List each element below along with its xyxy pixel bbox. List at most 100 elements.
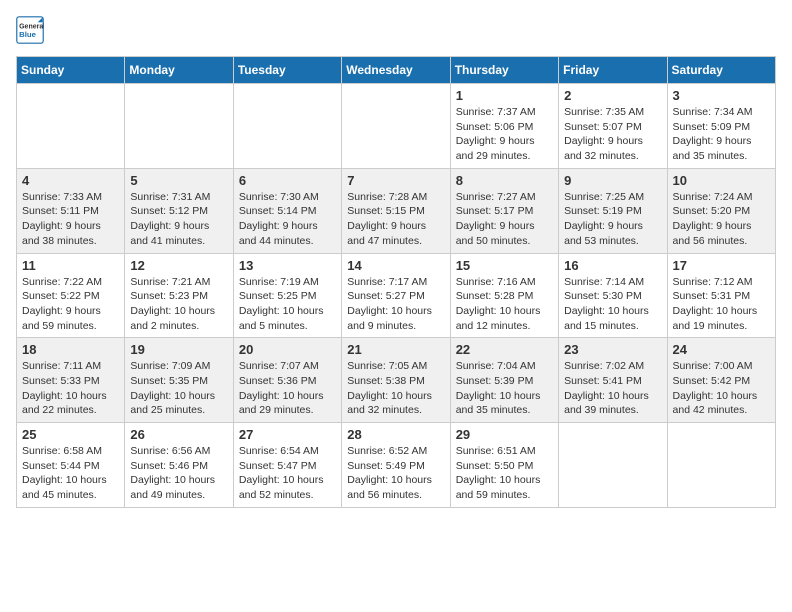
calendar-cell: 7 Sunrise: 7:28 AMSunset: 5:15 PMDaylight… bbox=[342, 168, 450, 253]
day-info: Sunrise: 7:25 AMSunset: 5:19 PMDaylight:… bbox=[564, 190, 661, 249]
day-number: 14 bbox=[347, 258, 444, 273]
day-info: Sunrise: 6:56 AMSunset: 5:46 PMDaylight:… bbox=[130, 444, 227, 503]
day-number: 18 bbox=[22, 342, 119, 357]
day-header-monday: Monday bbox=[125, 57, 233, 84]
calendar-cell: 21 Sunrise: 7:05 AMSunset: 5:38 PMDayligh… bbox=[342, 338, 450, 423]
calendar-cell: 24 Sunrise: 7:00 AMSunset: 5:42 PMDayligh… bbox=[667, 338, 775, 423]
day-info: Sunrise: 7:33 AMSunset: 5:11 PMDaylight:… bbox=[22, 190, 119, 249]
day-number: 19 bbox=[130, 342, 227, 357]
calendar-cell: 3 Sunrise: 7:34 AMSunset: 5:09 PMDaylight… bbox=[667, 84, 775, 169]
svg-text:Blue: Blue bbox=[19, 30, 37, 39]
day-info: Sunrise: 7:34 AMSunset: 5:09 PMDaylight:… bbox=[673, 105, 770, 164]
day-info: Sunrise: 7:22 AMSunset: 5:22 PMDaylight:… bbox=[22, 275, 119, 334]
calendar-cell: 17 Sunrise: 7:12 AMSunset: 5:31 PMDayligh… bbox=[667, 253, 775, 338]
calendar-cell bbox=[559, 423, 667, 508]
day-number: 10 bbox=[673, 173, 770, 188]
calendar-cell: 2 Sunrise: 7:35 AMSunset: 5:07 PMDaylight… bbox=[559, 84, 667, 169]
day-number: 3 bbox=[673, 88, 770, 103]
calendar-cell: 12 Sunrise: 7:21 AMSunset: 5:23 PMDayligh… bbox=[125, 253, 233, 338]
day-info: Sunrise: 7:30 AMSunset: 5:14 PMDaylight:… bbox=[239, 190, 336, 249]
calendar-cell bbox=[342, 84, 450, 169]
day-info: Sunrise: 7:09 AMSunset: 5:35 PMDaylight:… bbox=[130, 359, 227, 418]
day-number: 17 bbox=[673, 258, 770, 273]
day-number: 27 bbox=[239, 427, 336, 442]
calendar-week-row: 4 Sunrise: 7:33 AMSunset: 5:11 PMDaylight… bbox=[17, 168, 776, 253]
day-info: Sunrise: 7:17 AMSunset: 5:27 PMDaylight:… bbox=[347, 275, 444, 334]
day-number: 5 bbox=[130, 173, 227, 188]
day-number: 23 bbox=[564, 342, 661, 357]
calendar-cell bbox=[667, 423, 775, 508]
day-number: 26 bbox=[130, 427, 227, 442]
day-number: 25 bbox=[22, 427, 119, 442]
day-number: 2 bbox=[564, 88, 661, 103]
day-header-sunday: Sunday bbox=[17, 57, 125, 84]
calendar-cell: 1Sunrise: 7:37 AMSunset: 5:06 PMDaylight… bbox=[450, 84, 558, 169]
day-number: 1 bbox=[456, 88, 553, 103]
day-header-saturday: Saturday bbox=[667, 57, 775, 84]
day-info: Sunrise: 7:04 AMSunset: 5:39 PMDaylight:… bbox=[456, 359, 553, 418]
logo-icon: General Blue bbox=[16, 16, 44, 44]
day-info: Sunrise: 7:19 AMSunset: 5:25 PMDaylight:… bbox=[239, 275, 336, 334]
day-number: 22 bbox=[456, 342, 553, 357]
calendar-cell: 27 Sunrise: 6:54 AMSunset: 5:47 PMDayligh… bbox=[233, 423, 341, 508]
day-number: 15 bbox=[456, 258, 553, 273]
calendar-cell: 16 Sunrise: 7:14 AMSunset: 5:30 PMDayligh… bbox=[559, 253, 667, 338]
calendar-cell: 25Sunrise: 6:58 AMSunset: 5:44 PMDayligh… bbox=[17, 423, 125, 508]
day-number: 4 bbox=[22, 173, 119, 188]
day-info: Sunrise: 6:54 AMSunset: 5:47 PMDaylight:… bbox=[239, 444, 336, 503]
day-info: Sunrise: 7:02 AMSunset: 5:41 PMDaylight:… bbox=[564, 359, 661, 418]
calendar-header-row: SundayMondayTuesdayWednesdayThursdayFrid… bbox=[17, 57, 776, 84]
day-info: Sunrise: 7:24 AMSunset: 5:20 PMDaylight:… bbox=[673, 190, 770, 249]
day-number: 8 bbox=[456, 173, 553, 188]
day-number: 13 bbox=[239, 258, 336, 273]
calendar-table: SundayMondayTuesdayWednesdayThursdayFrid… bbox=[16, 56, 776, 508]
calendar-cell: 28Sunrise: 6:52 AMSunset: 5:49 PMDayligh… bbox=[342, 423, 450, 508]
day-info: Sunrise: 7:11 AMSunset: 5:33 PMDaylight:… bbox=[22, 359, 119, 418]
day-number: 6 bbox=[239, 173, 336, 188]
calendar-cell: 20Sunrise: 7:07 AMSunset: 5:36 PMDayligh… bbox=[233, 338, 341, 423]
day-number: 28 bbox=[347, 427, 444, 442]
calendar-cell: 18 Sunrise: 7:11 AMSunset: 5:33 PMDayligh… bbox=[17, 338, 125, 423]
calendar-cell bbox=[233, 84, 341, 169]
calendar-cell: 15Sunrise: 7:16 AMSunset: 5:28 PMDayligh… bbox=[450, 253, 558, 338]
day-info: Sunrise: 7:35 AMSunset: 5:07 PMDaylight:… bbox=[564, 105, 661, 164]
day-info: Sunrise: 7:14 AMSunset: 5:30 PMDaylight:… bbox=[564, 275, 661, 334]
calendar-cell: 4 Sunrise: 7:33 AMSunset: 5:11 PMDaylight… bbox=[17, 168, 125, 253]
calendar-cell: 13 Sunrise: 7:19 AMSunset: 5:25 PMDayligh… bbox=[233, 253, 341, 338]
calendar-cell: 10 Sunrise: 7:24 AMSunset: 5:20 PMDayligh… bbox=[667, 168, 775, 253]
logo: General Blue bbox=[16, 16, 48, 44]
day-info: Sunrise: 7:21 AMSunset: 5:23 PMDaylight:… bbox=[130, 275, 227, 334]
day-header-thursday: Thursday bbox=[450, 57, 558, 84]
page-header: General Blue bbox=[16, 16, 776, 44]
calendar-cell: 29Sunrise: 6:51 AMSunset: 5:50 PMDayligh… bbox=[450, 423, 558, 508]
calendar-cell: 14 Sunrise: 7:17 AMSunset: 5:27 PMDayligh… bbox=[342, 253, 450, 338]
day-info: Sunrise: 7:12 AMSunset: 5:31 PMDaylight:… bbox=[673, 275, 770, 334]
day-number: 9 bbox=[564, 173, 661, 188]
calendar-week-row: 18 Sunrise: 7:11 AMSunset: 5:33 PMDayligh… bbox=[17, 338, 776, 423]
calendar-cell: 26 Sunrise: 6:56 AMSunset: 5:46 PMDayligh… bbox=[125, 423, 233, 508]
calendar-week-row: 1Sunrise: 7:37 AMSunset: 5:06 PMDaylight… bbox=[17, 84, 776, 169]
calendar-week-row: 25Sunrise: 6:58 AMSunset: 5:44 PMDayligh… bbox=[17, 423, 776, 508]
day-number: 21 bbox=[347, 342, 444, 357]
day-number: 29 bbox=[456, 427, 553, 442]
day-info: Sunrise: 7:00 AMSunset: 5:42 PMDaylight:… bbox=[673, 359, 770, 418]
day-header-wednesday: Wednesday bbox=[342, 57, 450, 84]
calendar-cell: 6 Sunrise: 7:30 AMSunset: 5:14 PMDaylight… bbox=[233, 168, 341, 253]
calendar-cell: 23 Sunrise: 7:02 AMSunset: 5:41 PMDayligh… bbox=[559, 338, 667, 423]
day-header-tuesday: Tuesday bbox=[233, 57, 341, 84]
day-number: 12 bbox=[130, 258, 227, 273]
calendar-cell bbox=[17, 84, 125, 169]
day-info: Sunrise: 7:05 AMSunset: 5:38 PMDaylight:… bbox=[347, 359, 444, 418]
day-info: Sunrise: 7:27 AMSunset: 5:17 PMDaylight:… bbox=[456, 190, 553, 249]
day-header-friday: Friday bbox=[559, 57, 667, 84]
day-info: Sunrise: 7:28 AMSunset: 5:15 PMDaylight:… bbox=[347, 190, 444, 249]
calendar-cell: 5Sunrise: 7:31 AMSunset: 5:12 PMDaylight… bbox=[125, 168, 233, 253]
day-number: 11 bbox=[22, 258, 119, 273]
day-number: 24 bbox=[673, 342, 770, 357]
calendar-cell: 11 Sunrise: 7:22 AMSunset: 5:22 PMDayligh… bbox=[17, 253, 125, 338]
day-number: 16 bbox=[564, 258, 661, 273]
calendar-cell: 9 Sunrise: 7:25 AMSunset: 5:19 PMDaylight… bbox=[559, 168, 667, 253]
calendar-week-row: 11 Sunrise: 7:22 AMSunset: 5:22 PMDayligh… bbox=[17, 253, 776, 338]
calendar-cell: 22 Sunrise: 7:04 AMSunset: 5:39 PMDayligh… bbox=[450, 338, 558, 423]
day-number: 7 bbox=[347, 173, 444, 188]
